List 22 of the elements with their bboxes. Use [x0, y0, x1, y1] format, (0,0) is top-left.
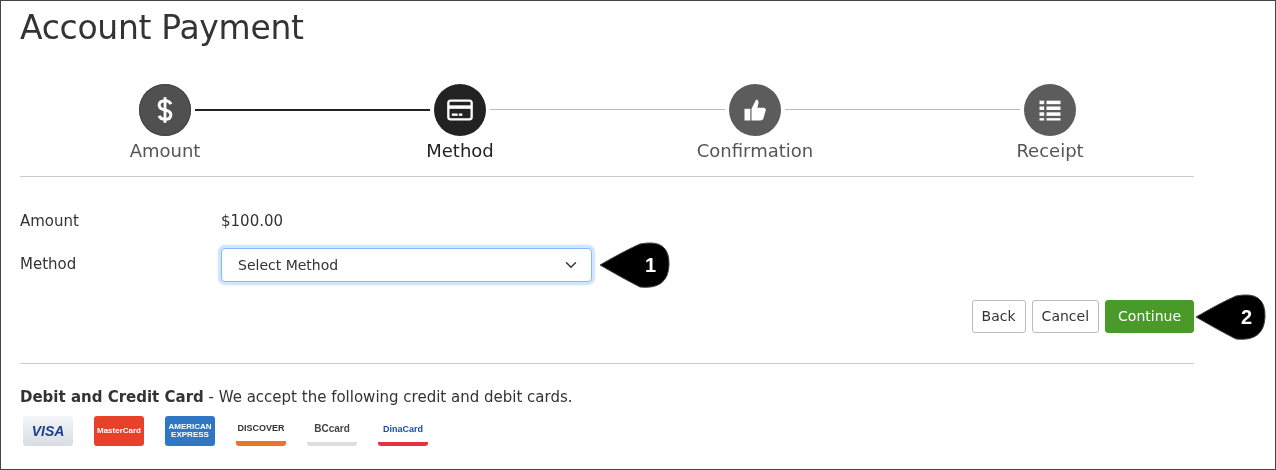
step-label: Method	[426, 139, 494, 163]
callout-marker: 1	[598, 239, 672, 290]
field-label: Method	[20, 254, 78, 276]
card-logo: MasterCard	[94, 416, 144, 446]
form-button[interactable]: Cancel	[1031, 299, 1100, 333]
step-label: Amount	[129, 139, 201, 163]
callout-marker: 2	[1194, 291, 1268, 342]
cards-description: Debit and Credit Card - We accept the following credit and debit cards.	[20, 386, 574, 408]
step-circle[interactable]	[139, 84, 191, 136]
amount-value: $100.00	[221, 211, 284, 232]
method-select[interactable]: Select Method	[221, 247, 592, 282]
card-logo: AMERICAN EXPRESS	[165, 416, 215, 446]
card-logo: VISA	[23, 416, 73, 446]
step-circle[interactable]	[434, 84, 486, 136]
field-label: Amount	[20, 211, 80, 232]
step-label: Receipt	[1016, 139, 1084, 163]
form-button[interactable]: Back	[971, 299, 1026, 333]
step-circle[interactable]	[729, 84, 781, 136]
continue-button[interactable]: Continue	[1105, 299, 1194, 333]
step-label: Confirmation	[696, 139, 814, 163]
page-title: Account Payment	[20, 7, 305, 49]
step-circle[interactable]	[1024, 84, 1076, 136]
